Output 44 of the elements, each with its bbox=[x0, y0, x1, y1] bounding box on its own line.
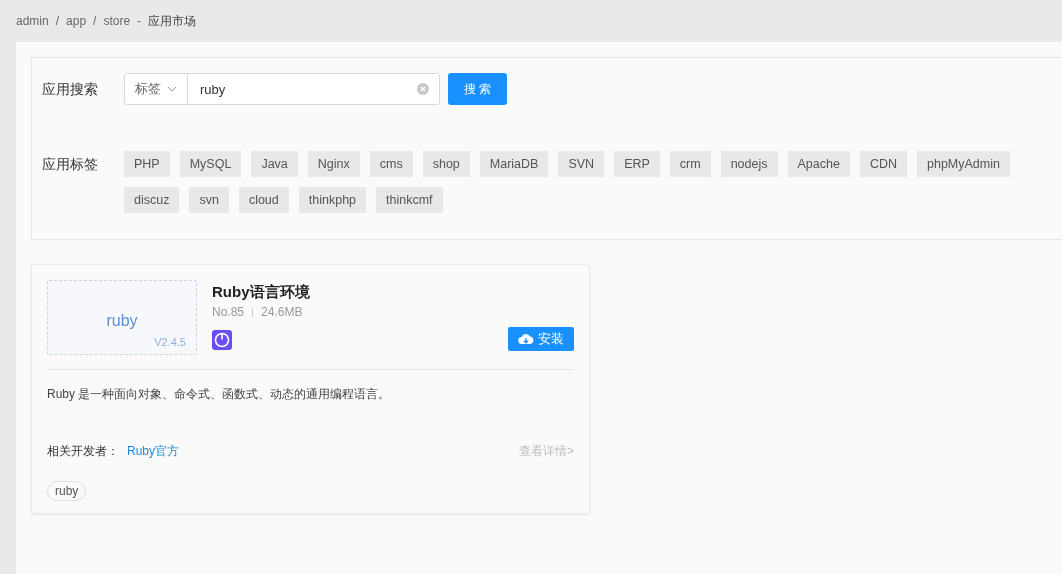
developer-label: 相关开发者： bbox=[47, 443, 120, 460]
developer-link[interactable]: Ruby官方 bbox=[127, 443, 519, 460]
tag-chip[interactable]: svn bbox=[189, 187, 229, 213]
tag-chip[interactable]: PHP bbox=[124, 151, 170, 177]
breadcrumb-separator: / bbox=[93, 14, 97, 28]
tag-chip[interactable]: MariaDB bbox=[479, 151, 549, 177]
tag-chip[interactable]: thinkphp bbox=[298, 187, 367, 213]
clear-icon[interactable] bbox=[417, 83, 429, 95]
tag-chip[interactable]: phpMyAdmin bbox=[917, 151, 1010, 177]
tag-chip[interactable]: Nginx bbox=[307, 151, 360, 177]
cloud-download-icon bbox=[518, 333, 534, 345]
search-button[interactable]: 搜 索 bbox=[448, 73, 507, 105]
filter-dropdown[interactable]: 标签 bbox=[125, 74, 188, 104]
breadcrumb-separator: - bbox=[137, 14, 142, 28]
chevron-down-icon bbox=[167, 86, 177, 92]
tag-chip[interactable]: MySQL bbox=[179, 151, 242, 177]
tag-chip[interactable]: thinkcmf bbox=[376, 187, 443, 213]
breadcrumb-link[interactable]: store bbox=[103, 14, 131, 28]
breadcrumb-link[interactable]: admin bbox=[16, 14, 49, 28]
logo-text: ruby bbox=[106, 311, 138, 330]
app-name: Ruby语言环境 bbox=[212, 283, 311, 302]
version-label: V2.4.5 bbox=[154, 336, 186, 348]
app-size: 24.6MB bbox=[261, 305, 303, 319]
tag-chip[interactable]: discuz bbox=[124, 187, 180, 213]
breadcrumb-link[interactable]: app bbox=[66, 14, 87, 28]
power-icon bbox=[212, 330, 232, 350]
tag-chip[interactable]: CDN bbox=[859, 151, 907, 177]
search-field[interactable]: 标签 ruby bbox=[124, 73, 440, 105]
tag-chip[interactable]: cms bbox=[369, 151, 413, 177]
app-description: Ruby 是一种面向对象、命令式、函数式、动态的通用编程语言。 bbox=[47, 386, 392, 403]
tag-chip[interactable]: crm bbox=[669, 151, 711, 177]
tag-chip[interactable]: cloud bbox=[238, 187, 289, 213]
breadcrumb-separator: / bbox=[55, 14, 60, 28]
tag-chip[interactable]: SVN bbox=[558, 151, 605, 177]
tag-chip[interactable]: shop bbox=[422, 151, 470, 177]
tag-chip[interactable]: ERP bbox=[614, 151, 660, 177]
page-title: 应用市场 bbox=[148, 12, 197, 30]
install-button[interactable]: 安装 bbox=[508, 327, 574, 351]
tag-chip[interactable]: Java bbox=[251, 151, 298, 177]
tag-chip[interactable]: Apache bbox=[787, 151, 850, 177]
tags-label: 应用标签 bbox=[42, 155, 99, 174]
app-number: No.85 bbox=[212, 305, 245, 319]
tag-chip[interactable]: nodejs bbox=[720, 151, 778, 177]
search-label: 应用搜索 bbox=[42, 80, 99, 99]
